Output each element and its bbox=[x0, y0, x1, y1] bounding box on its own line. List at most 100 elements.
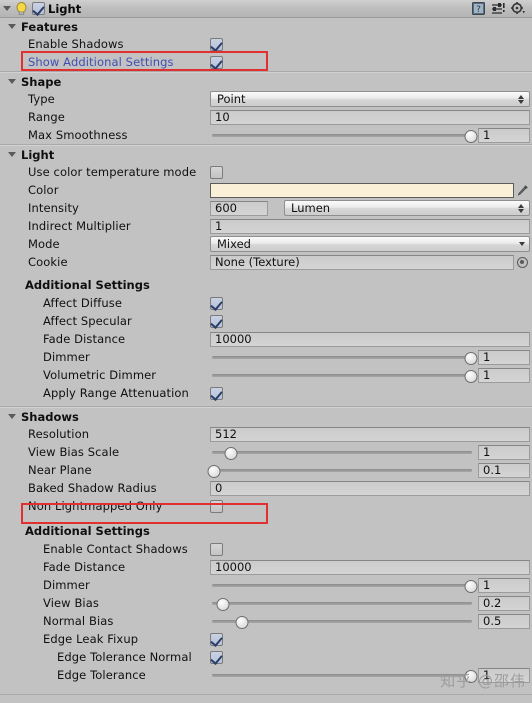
features-foldout-triangle-icon[interactable] bbox=[8, 24, 16, 29]
use-color-temperature-mode-label: Use color temperature mode bbox=[28, 165, 197, 179]
object-picker-icon[interactable] bbox=[514, 256, 530, 268]
slider-track bbox=[212, 468, 472, 472]
intensity-label: Intensity bbox=[28, 201, 79, 215]
row-max-smoothness: Max Smoothness 1 bbox=[0, 126, 532, 144]
row-affect-specular: Affect Specular bbox=[0, 312, 532, 330]
slider-thumb[interactable] bbox=[235, 615, 249, 629]
volumetric-dimmer-input[interactable]: 1 bbox=[478, 367, 530, 383]
shape-foldout-triangle-icon[interactable] bbox=[8, 79, 16, 84]
view-bias-slider[interactable] bbox=[210, 596, 474, 611]
baked-shadow-radius-input[interactable]: 0 bbox=[210, 480, 530, 496]
slider-thumb[interactable] bbox=[464, 579, 478, 593]
view-bias-input[interactable]: 0.2 bbox=[478, 595, 530, 611]
component-enabled-checkbox[interactable] bbox=[32, 2, 45, 15]
light-section-label: Light bbox=[21, 147, 55, 162]
slider-thumb[interactable] bbox=[216, 597, 230, 611]
intensity-unit-dropdown[interactable]: Lumen bbox=[284, 200, 530, 216]
row-shadow-dimmer: Dimmer 1 bbox=[0, 576, 532, 594]
edge-leak-fixup-label: Edge Leak Fixup bbox=[43, 632, 139, 646]
max-smoothness-slider[interactable] bbox=[210, 128, 478, 143]
indirect-multiplier-label: Indirect Multiplier bbox=[28, 219, 131, 233]
intensity-unit-value: Lumen bbox=[291, 201, 331, 215]
affect-specular-checkbox[interactable] bbox=[210, 314, 223, 328]
intensity-input[interactable]: 600 bbox=[210, 200, 268, 216]
component-header[interactable]: Light ? bbox=[0, 0, 532, 18]
gear-icon[interactable] bbox=[511, 2, 525, 15]
row-normal-bias: Normal Bias 0.5 bbox=[0, 612, 532, 630]
row-near-plane: Near Plane 0.1 bbox=[0, 461, 532, 479]
enable-shadows-label: Enable Shadows bbox=[28, 37, 124, 51]
enable-contact-shadows-checkbox[interactable] bbox=[210, 542, 223, 556]
slider-thumb[interactable] bbox=[224, 446, 238, 460]
shadow-dimmer-input[interactable]: 1 bbox=[478, 577, 530, 593]
row-indirect-multiplier: Indirect Multiplier 1 bbox=[0, 217, 532, 235]
cookie-object-field[interactable]: None (Texture) bbox=[210, 254, 514, 270]
volumetric-dimmer-slider[interactable] bbox=[210, 368, 478, 383]
use-color-temperature-mode-checkbox[interactable] bbox=[210, 165, 223, 179]
slider-track bbox=[212, 583, 472, 587]
row-baked-shadow-radius: Baked Shadow Radius 0 bbox=[0, 479, 532, 497]
shadow-fade-distance-input[interactable]: 10000 bbox=[210, 559, 530, 575]
slider-track bbox=[212, 601, 472, 605]
near-plane-input[interactable]: 0.1 bbox=[478, 462, 530, 478]
affect-diffuse-label: Affect Diffuse bbox=[43, 296, 123, 310]
edge-tolerance-slider[interactable] bbox=[210, 668, 478, 683]
edge-tolerance-normal-checkbox[interactable] bbox=[210, 650, 223, 664]
row-edge-tolerance-normal: Edge Tolerance Normal bbox=[0, 648, 532, 666]
slider-thumb[interactable] bbox=[464, 369, 478, 383]
component-foldout-triangle-icon[interactable] bbox=[3, 6, 11, 11]
show-additional-settings-checkbox[interactable] bbox=[210, 55, 223, 69]
slider-thumb[interactable] bbox=[207, 464, 221, 478]
bulb-icon bbox=[15, 1, 28, 16]
section-foldout-light[interactable]: Light bbox=[0, 146, 532, 163]
non-lightmapped-only-checkbox[interactable] bbox=[210, 499, 223, 513]
slider-thumb[interactable] bbox=[464, 129, 478, 143]
max-smoothness-input[interactable]: 1 bbox=[478, 127, 530, 143]
resolution-input[interactable]: 512 bbox=[210, 426, 530, 442]
help-book-icon[interactable]: ? bbox=[472, 2, 485, 15]
row-light-dimmer: Dimmer 1 bbox=[0, 348, 532, 366]
normal-bias-slider[interactable] bbox=[210, 614, 474, 629]
near-plane-slider[interactable] bbox=[207, 463, 474, 478]
row-intensity: Intensity 600 Lumen bbox=[0, 199, 532, 217]
mode-dropdown[interactable]: Mixed bbox=[210, 236, 530, 252]
light-foldout-triangle-icon[interactable] bbox=[8, 152, 16, 157]
slider-thumb[interactable] bbox=[464, 351, 478, 365]
row-edge-leak-fixup: Edge Leak Fixup bbox=[0, 630, 532, 648]
shadows-foldout-triangle-icon[interactable] bbox=[8, 414, 16, 419]
shadows-additional-settings-header: Additional Settings bbox=[25, 523, 150, 538]
indirect-multiplier-input[interactable]: 1 bbox=[210, 218, 530, 234]
edge-leak-fixup-checkbox[interactable] bbox=[210, 632, 223, 646]
color-swatch[interactable] bbox=[210, 182, 514, 198]
slider-track bbox=[212, 373, 472, 377]
row-enable-shadows: Enable Shadows bbox=[0, 35, 532, 53]
slider-track bbox=[212, 355, 472, 359]
edge-tolerance-normal-label: Edge Tolerance Normal bbox=[57, 650, 192, 664]
affect-diffuse-checkbox[interactable] bbox=[210, 296, 223, 310]
light-dimmer-slider[interactable] bbox=[210, 350, 478, 365]
type-dropdown-value: Point bbox=[217, 92, 246, 106]
type-dropdown[interactable]: Point bbox=[210, 91, 530, 107]
view-bias-scale-input[interactable]: 1 bbox=[478, 444, 530, 460]
light-dimmer-input[interactable]: 1 bbox=[478, 349, 530, 365]
light-fade-distance-input[interactable]: 10000 bbox=[210, 331, 530, 347]
preset-icon[interactable] bbox=[491, 2, 505, 15]
chevron-down-icon bbox=[519, 242, 525, 246]
enable-shadows-checkbox[interactable] bbox=[210, 37, 223, 51]
light-component-inspector: Light ? Features Enable Shadows Show Add… bbox=[0, 0, 532, 703]
section-foldout-shadows[interactable]: Shadows bbox=[0, 408, 532, 425]
section-foldout-shape[interactable]: Shape bbox=[0, 73, 532, 90]
section-foldout-features[interactable]: Features bbox=[0, 18, 532, 35]
row-light-fade-distance: Fade Distance 10000 bbox=[0, 330, 532, 348]
features-section-label: Features bbox=[21, 19, 78, 34]
normal-bias-input[interactable]: 0.5 bbox=[478, 613, 530, 629]
shadow-dimmer-slider[interactable] bbox=[210, 578, 478, 593]
non-lightmapped-only-label: Non Lightmapped Only bbox=[28, 499, 163, 513]
view-bias-scale-slider[interactable] bbox=[210, 445, 474, 460]
eyedropper-icon[interactable] bbox=[514, 184, 530, 197]
apply-range-attenuation-checkbox[interactable] bbox=[210, 386, 223, 400]
row-range: Range 10 bbox=[0, 108, 532, 126]
slider-track bbox=[212, 619, 472, 623]
range-input[interactable]: 10 bbox=[210, 109, 530, 125]
shadow-dimmer-label: Dimmer bbox=[43, 578, 90, 592]
